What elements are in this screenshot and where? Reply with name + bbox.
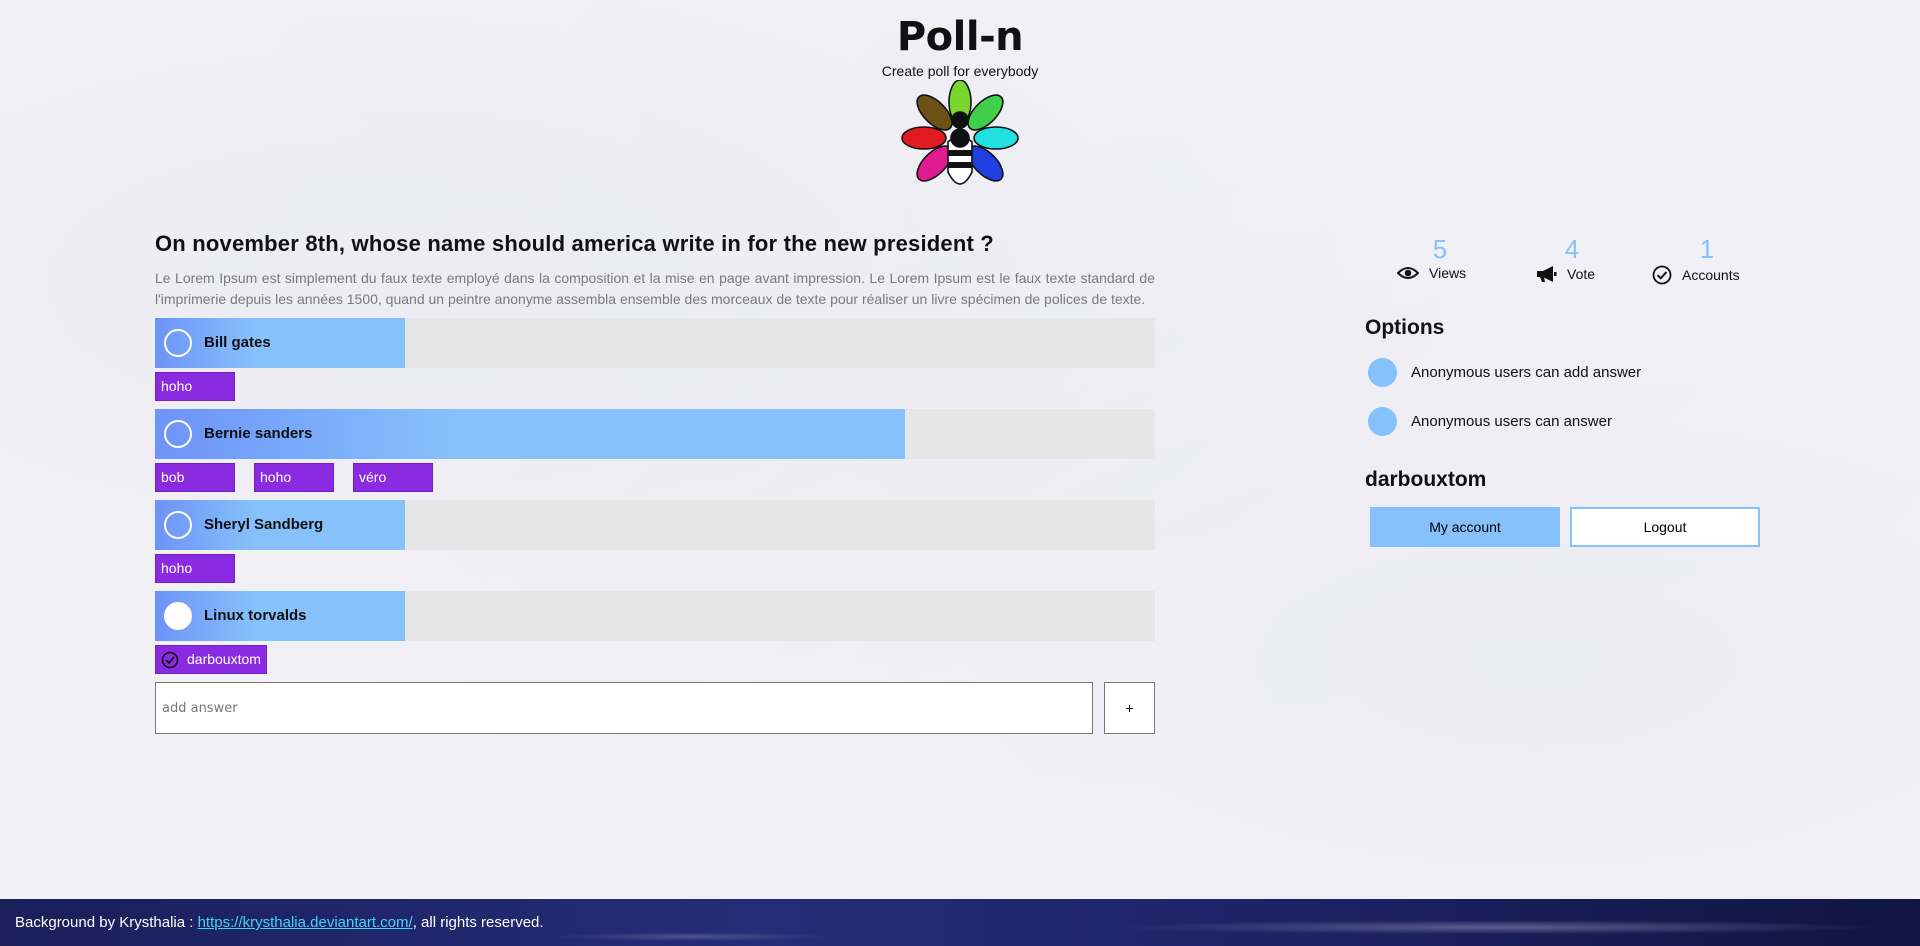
footer: Background by Krysthalia : https://kryst…: [0, 899, 1920, 946]
answer-item: Bernie sanders bob hoho véro: [155, 409, 1155, 492]
stat-views-value: 5: [1432, 234, 1448, 264]
stat-accounts: 1 Accounts: [1652, 236, 1762, 285]
app-subtitle: Create poll for everybody: [881, 63, 1039, 79]
answer-label: Bill gates: [204, 334, 271, 351]
footer-link[interactable]: https://krysthalia.deviantart.com/: [198, 914, 413, 931]
options-title: Options: [1365, 316, 1445, 339]
header: Poll-n Create poll for everybody: [0, 0, 1920, 200]
voter-tag: véro: [353, 463, 433, 492]
poll-description: Le Lorem Ipsum est simplement du faux te…: [155, 270, 1155, 307]
app-title: Poll-n: [896, 14, 1024, 60]
answer-item: Bill gates hoho: [155, 318, 1155, 401]
check-circle-icon: [161, 651, 179, 668]
voter-tag-current-user: darbouxtom: [155, 645, 267, 674]
answer-radio[interactable]: [164, 511, 192, 539]
stat-accounts-label: Accounts: [1682, 267, 1740, 283]
answer-radio[interactable]: [164, 420, 192, 448]
answer-item: Sheryl Sandberg hoho: [155, 500, 1155, 583]
voter-tag: hoho: [155, 554, 235, 583]
answer-bar[interactable]: Bernie sanders: [155, 409, 1155, 459]
answer-radio[interactable]: [164, 329, 192, 357]
my-account-button[interactable]: My account: [1370, 507, 1560, 547]
voter-list: darbouxtom: [155, 645, 1155, 674]
voter-list: bob hoho véro: [155, 463, 1155, 492]
stats: 5 Views 4 Vote 1 Accounts: [1365, 230, 1765, 290]
user-actions: My account Logout: [1370, 507, 1765, 547]
footer-credit: Background by Krysthalia :: [15, 914, 198, 931]
voter-list: hoho: [155, 372, 1155, 401]
check-circle-icon: [1652, 265, 1672, 285]
answer-bar[interactable]: Bill gates: [155, 318, 1155, 368]
answer-bar[interactable]: Linux torvalds: [155, 591, 1155, 641]
voter-tag: bob: [155, 463, 235, 492]
option-anonymous-add-answer: Anonymous users can add answer: [1365, 356, 1765, 389]
add-answer-input[interactable]: [155, 682, 1093, 734]
voter-tag-label: darbouxtom: [187, 651, 261, 667]
sidebar: 5 Views 4 Vote 1 Accounts Options Anonym…: [1365, 230, 1765, 547]
option-toggle[interactable]: [1368, 358, 1397, 387]
option-toggle[interactable]: [1368, 407, 1397, 436]
stat-votes-label: Vote: [1567, 266, 1596, 282]
answer-fill: [155, 318, 405, 368]
footer-rights: , all rights reserved.: [412, 914, 544, 931]
option-label: Anonymous users can add answer: [1411, 364, 1642, 381]
answer-label: Linux torvalds: [204, 607, 307, 624]
answer-label: Bernie sanders: [204, 425, 313, 442]
stat-views-label: Views: [1429, 265, 1467, 281]
eye-icon: [1397, 267, 1419, 279]
megaphone-icon: [1537, 266, 1557, 282]
add-answer-button[interactable]: +: [1104, 682, 1155, 734]
answer-label: Sheryl Sandberg: [204, 516, 324, 533]
logout-button[interactable]: Logout: [1570, 507, 1760, 547]
stat-views: 5 Views: [1397, 236, 1483, 281]
username: darbouxtom: [1365, 468, 1487, 491]
voter-tag: hoho: [254, 463, 334, 492]
flower-bee-logo: [901, 80, 1019, 185]
option-label: Anonymous users can answer: [1411, 413, 1612, 430]
stat-votes: 4 Vote: [1535, 236, 1609, 283]
voter-list: hoho: [155, 554, 1155, 583]
voter-tag: hoho: [155, 372, 235, 401]
add-answer-row: +: [155, 682, 1155, 734]
poll: On november 8th, whose name should ameri…: [155, 230, 1155, 734]
stat-accounts-value: 1: [1699, 234, 1715, 264]
answer-radio-selected[interactable]: [164, 602, 192, 630]
answer-bar[interactable]: Sheryl Sandberg: [155, 500, 1155, 550]
poll-question: On november 8th, whose name should ameri…: [155, 231, 994, 256]
answer-item: Linux torvalds darbouxtom: [155, 591, 1155, 674]
option-anonymous-answer: Anonymous users can answer: [1365, 405, 1765, 438]
stat-votes-value: 4: [1564, 234, 1580, 264]
